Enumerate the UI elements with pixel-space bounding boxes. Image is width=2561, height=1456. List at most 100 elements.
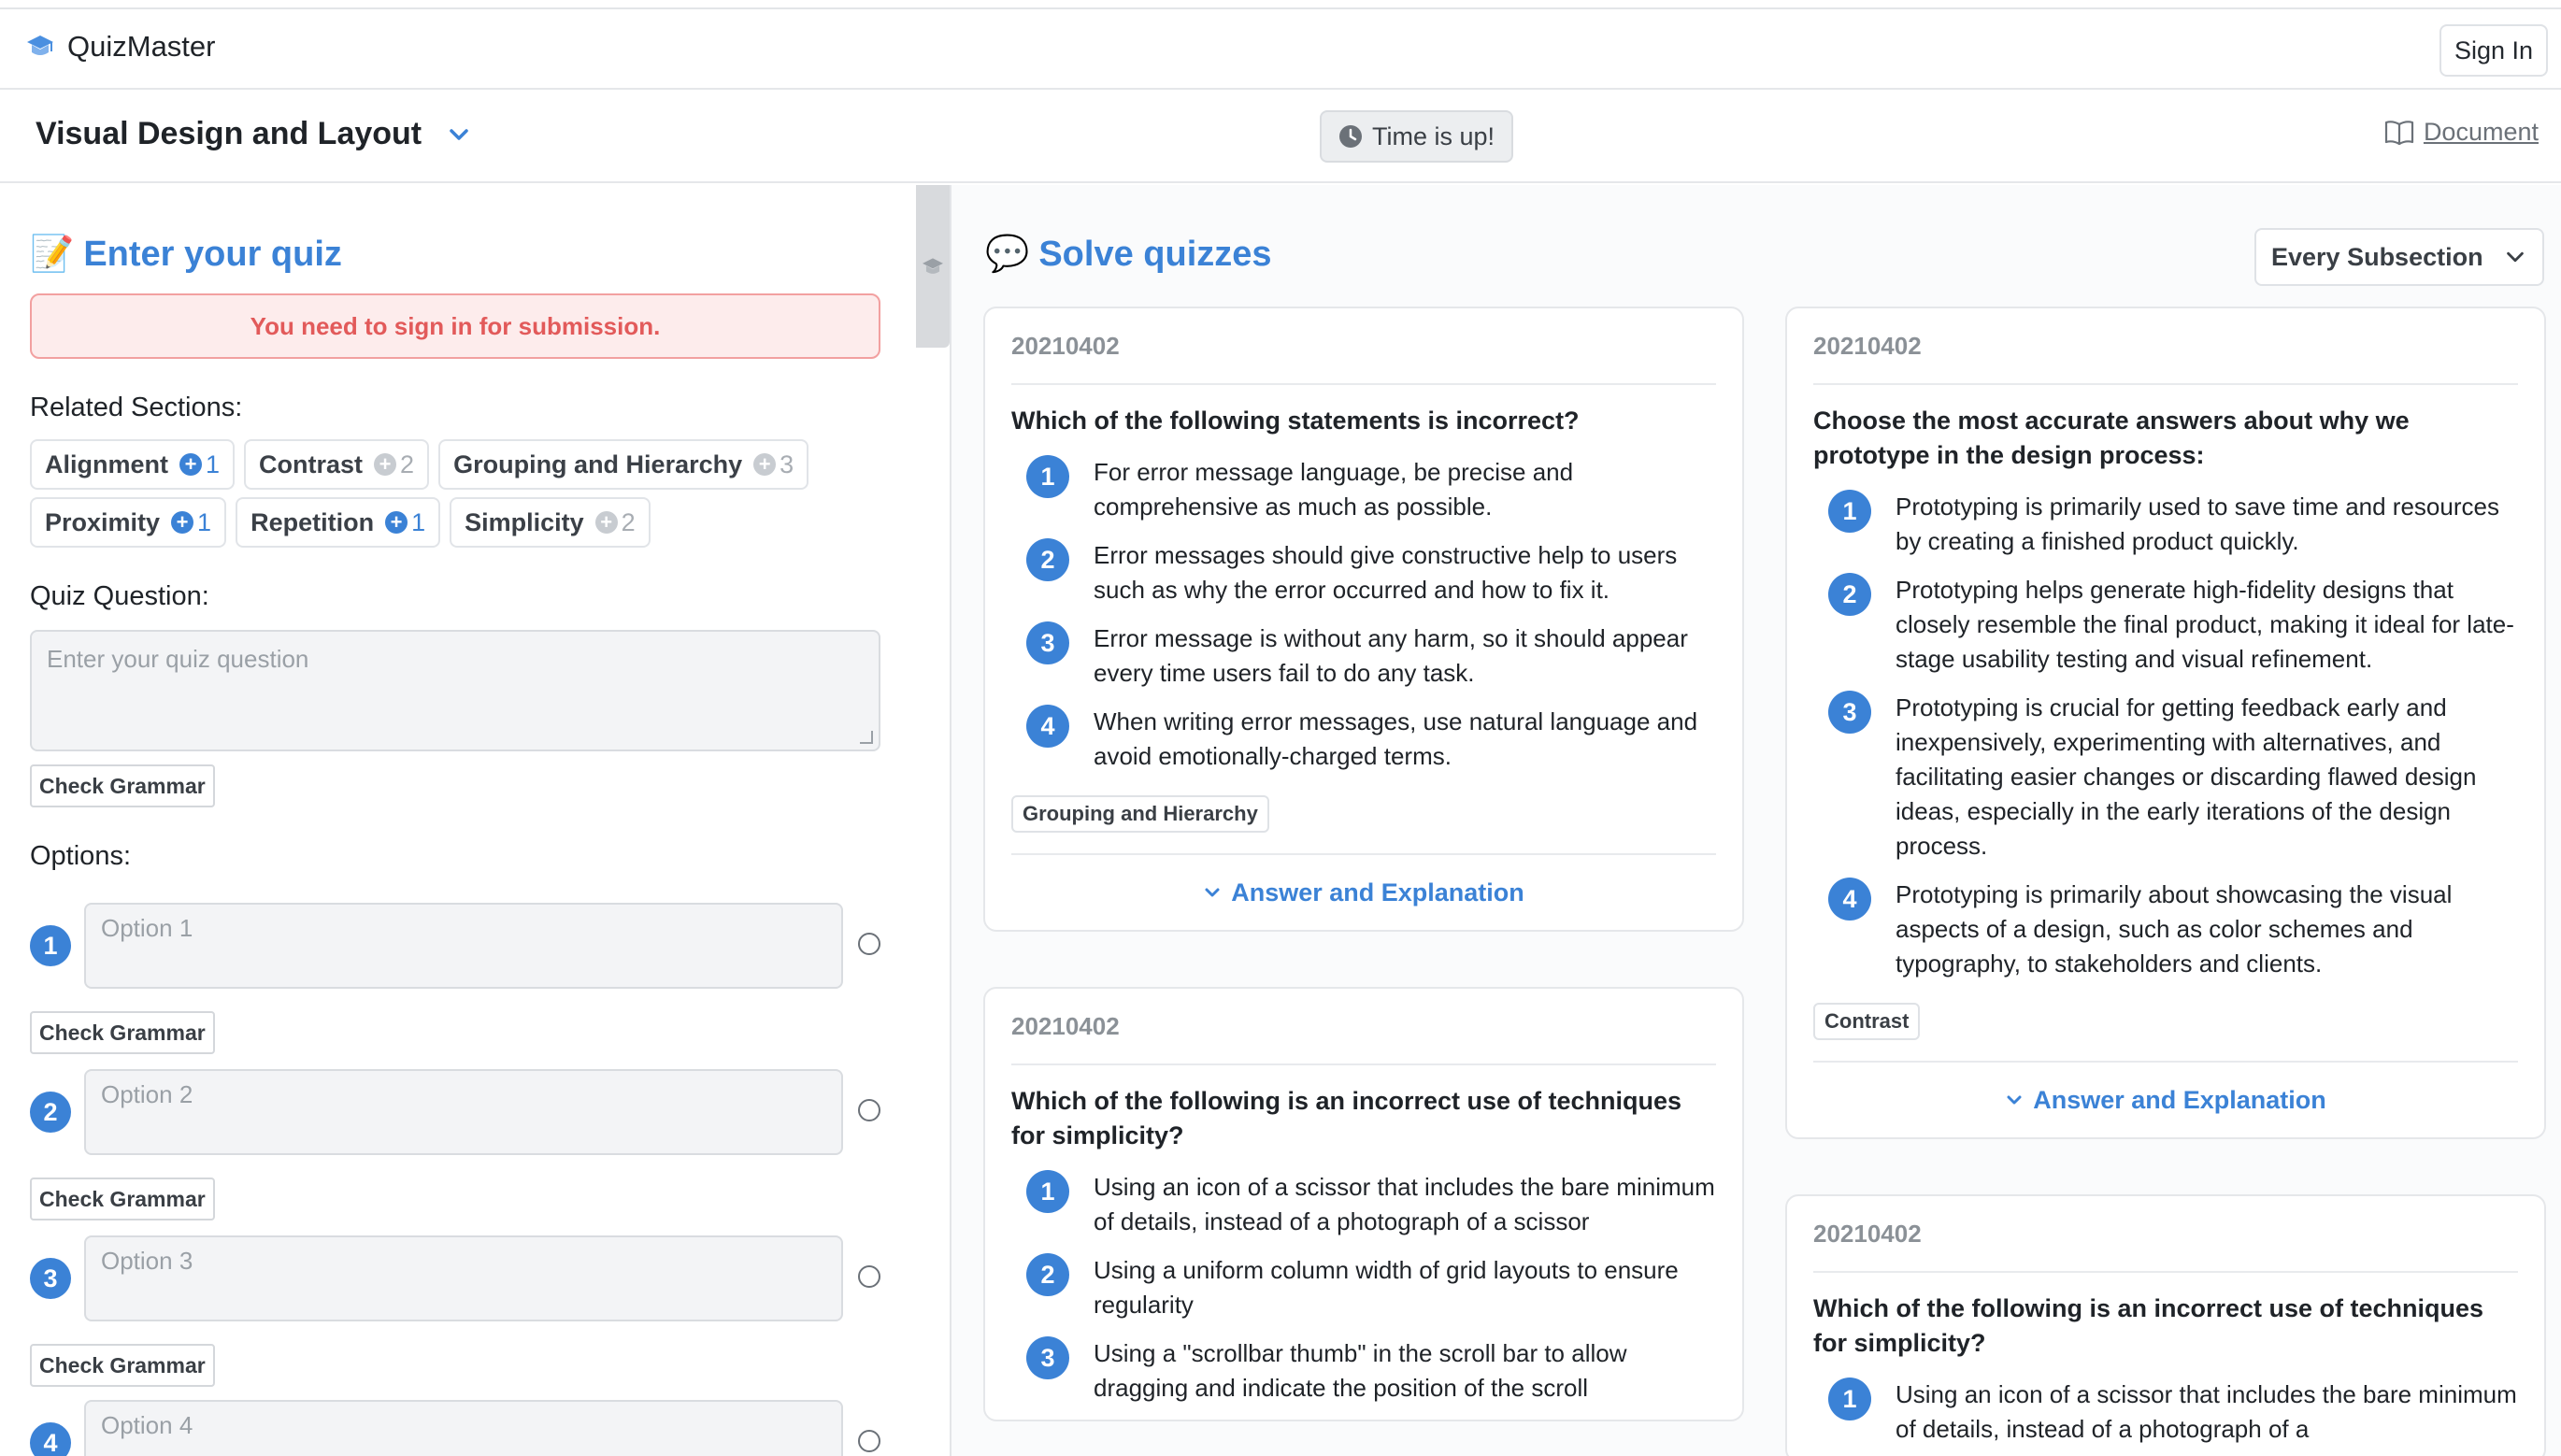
quiz-question-label: Quiz Question:	[30, 581, 209, 611]
section-tag-alignment[interactable]: Alignment +1	[30, 439, 236, 490]
quiz-card: 20210402 Which of the following statemen…	[983, 307, 1744, 932]
answer-number-badge: 3	[1026, 1336, 1069, 1379]
answer-text: Prototyping helps generate high-fidelity…	[1896, 576, 2514, 673]
answer-option[interactable]: 4 When writing error messages, use natura…	[1011, 705, 1716, 774]
plus-circle-icon: +	[179, 453, 202, 476]
answer-option[interactable]: 3 Prototyping is crucial for getting feed…	[1813, 691, 2518, 864]
option-row-4: 4 Option 4	[30, 1400, 909, 1456]
related-sections-label: Related Sections:	[30, 393, 243, 422]
course-title: Visual Design and Layout	[36, 116, 422, 151]
answer-list: 1 Prototyping is primarily used to save t…	[1813, 490, 2518, 981]
answer-number-badge: 4	[1828, 878, 1871, 921]
panel-collapse-handle[interactable]	[916, 185, 950, 348]
correct-answer-radio-3[interactable]	[858, 1265, 880, 1288]
quiz-card: 20210402 Which of the following is an in…	[983, 987, 1744, 1421]
section-tag-grouping-and-hierarchy[interactable]: Grouping and Hierarchy +3	[438, 439, 809, 490]
answer-option[interactable]: 1 For error message language, be precise …	[1011, 455, 1716, 524]
answer-number-badge: 1	[1828, 490, 1871, 533]
option-number-badge: 3	[30, 1258, 71, 1299]
answer-explanation-toggle[interactable]: Answer and Explanation	[1011, 853, 1716, 930]
correct-answer-radio-4[interactable]	[858, 1430, 880, 1452]
answer-text: For error message language, be precise a…	[1094, 458, 1574, 521]
quiz-section-tag: Grouping and Hierarchy	[1011, 795, 1269, 833]
quiz-card-question: Which of the following statements is inc…	[1011, 407, 1580, 435]
book-icon	[2384, 120, 2414, 145]
memo-icon: 📝	[30, 235, 75, 274]
option-input-1[interactable]: Option 1	[84, 903, 843, 989]
check-grammar-button[interactable]: Check Grammar	[30, 1011, 215, 1054]
section-tag-count: +1	[171, 508, 211, 537]
answer-text: Prototyping is primarily used to save ti…	[1896, 492, 2499, 555]
answer-text: Using an icon of a scissor that includes…	[1094, 1173, 1715, 1235]
correct-answer-radio-1[interactable]	[858, 933, 880, 955]
plus-circle-icon: +	[171, 511, 194, 534]
app-name: QuizMaster	[67, 30, 216, 63]
quiz-card: 20210402 Choose the most accurate answer…	[1785, 307, 2546, 1139]
option-number-badge: 1	[30, 925, 71, 966]
course-header: Visual Design and Layout Time is up! Doc…	[0, 90, 2561, 183]
answer-text: When writing error messages, use natural…	[1094, 707, 1698, 770]
answer-option[interactable]: 3 Error message is without any harm, so i…	[1011, 621, 1716, 691]
section-tags-row-1: Alignment +1 Contrast +2 Grouping and Hier…	[30, 439, 809, 490]
subsection-filter-select[interactable]: Every Subsection	[2254, 228, 2544, 286]
check-grammar-button[interactable]: Check Grammar	[30, 764, 215, 807]
solve-quizzes-panel: 💬 Solve quizzes Every Subsection 2021040…	[951, 185, 2561, 1456]
answer-option[interactable]: 2 Error messages should give constructive…	[1011, 538, 1716, 607]
section-tag-contrast[interactable]: Contrast +2	[244, 439, 430, 490]
chevron-down-icon	[2507, 251, 2524, 263]
graduation-cap-icon	[27, 36, 53, 55]
section-tag-label: Contrast	[259, 450, 364, 478]
option-input-3[interactable]: Option 3	[84, 1235, 843, 1321]
section-tag-proximity[interactable]: Proximity +1	[30, 497, 227, 548]
quiz-card-question: Which of the following is an incorrect u…	[1011, 1087, 1682, 1149]
quiz-card-question: Which of the following is an incorrect u…	[1813, 1294, 2484, 1357]
chevron-down-icon	[1205, 888, 1220, 897]
editor-title: Enter your quiz	[83, 234, 342, 274]
sign-in-button[interactable]: Sign In	[2439, 24, 2548, 77]
answer-option[interactable]: 3 Using a "scrollbar thumb" in the scroll…	[1011, 1336, 1716, 1406]
answer-list: 1 Using an icon of a scissor that include…	[1011, 1170, 1716, 1406]
answer-explanation-toggle[interactable]: Answer and Explanation	[1813, 1061, 2518, 1137]
answer-explanation-label: Answer and Explanation	[2033, 1085, 2326, 1114]
section-tag-simplicity[interactable]: Simplicity +2	[450, 497, 651, 548]
answer-number-badge: 4	[1026, 705, 1069, 748]
document-link[interactable]: Document	[2384, 118, 2539, 147]
check-grammar-button[interactable]: Check Grammar	[30, 1344, 215, 1387]
section-tag-label: Alignment	[45, 450, 168, 478]
correct-answer-radio-2[interactable]	[858, 1099, 880, 1121]
app-bar: QuizMaster Sign In	[0, 11, 2561, 90]
quiz-question-input[interactable]: Enter your quiz question	[30, 630, 880, 751]
section-tag-repetition[interactable]: Repetition +1	[236, 497, 441, 548]
check-grammar-button[interactable]: Check Grammar	[30, 1178, 215, 1220]
option-input-2[interactable]: Option 2	[84, 1069, 843, 1155]
speech-bubble-icon: 💬	[985, 235, 1030, 274]
quiz-question-placeholder: Enter your quiz question	[47, 645, 309, 673]
answer-text: Using a uniform column width of grid lay…	[1094, 1256, 1679, 1319]
answer-option[interactable]: 4 Prototyping is primarily about showcasi…	[1813, 878, 2518, 981]
answer-text: Prototyping is crucial for getting feedb…	[1896, 693, 2477, 860]
answer-option[interactable]: 1 Prototyping is primarily used to save t…	[1813, 490, 2518, 559]
quiz-card-date: 20210402	[1813, 1196, 2518, 1273]
option-number-badge: 4	[30, 1422, 71, 1456]
quiz-editor-panel: 📝 Enter your quiz You need to sign in fo…	[0, 185, 914, 1456]
option-input-4[interactable]: Option 4	[84, 1400, 843, 1456]
graduation-cap-icon	[923, 258, 943, 274]
resize-handle[interactable]	[860, 731, 873, 744]
option-row-3: 3 Option 3	[30, 1235, 909, 1321]
options-label: Options:	[30, 841, 131, 871]
course-selector[interactable]: Visual Design and Layout	[36, 116, 472, 152]
section-tag-count: +1	[179, 450, 220, 479]
editor-heading: 📝 Enter your quiz	[30, 234, 342, 275]
timer-text: Time is up!	[1372, 121, 1495, 150]
section-tag-count: +1	[385, 508, 425, 537]
answer-option[interactable]: 2 Prototyping helps generate high-fidelit…	[1813, 573, 2518, 677]
answer-option[interactable]: 1 Using an icon of a scissor that include…	[1813, 1377, 2518, 1447]
window-top-edge	[0, 0, 2561, 9]
section-tag-label: Grouping and Hierarchy	[453, 450, 743, 478]
option-number-badge: 2	[30, 1092, 71, 1133]
answer-option[interactable]: 2 Using a uniform column width of grid la…	[1011, 1253, 1716, 1322]
answer-text: Using a "scrollbar thumb" in the scroll …	[1094, 1339, 1627, 1402]
brand[interactable]: QuizMaster	[26, 30, 215, 64]
answer-option[interactable]: 1 Using an icon of a scissor that include…	[1011, 1170, 1716, 1239]
answer-number-badge: 1	[1828, 1377, 1871, 1420]
